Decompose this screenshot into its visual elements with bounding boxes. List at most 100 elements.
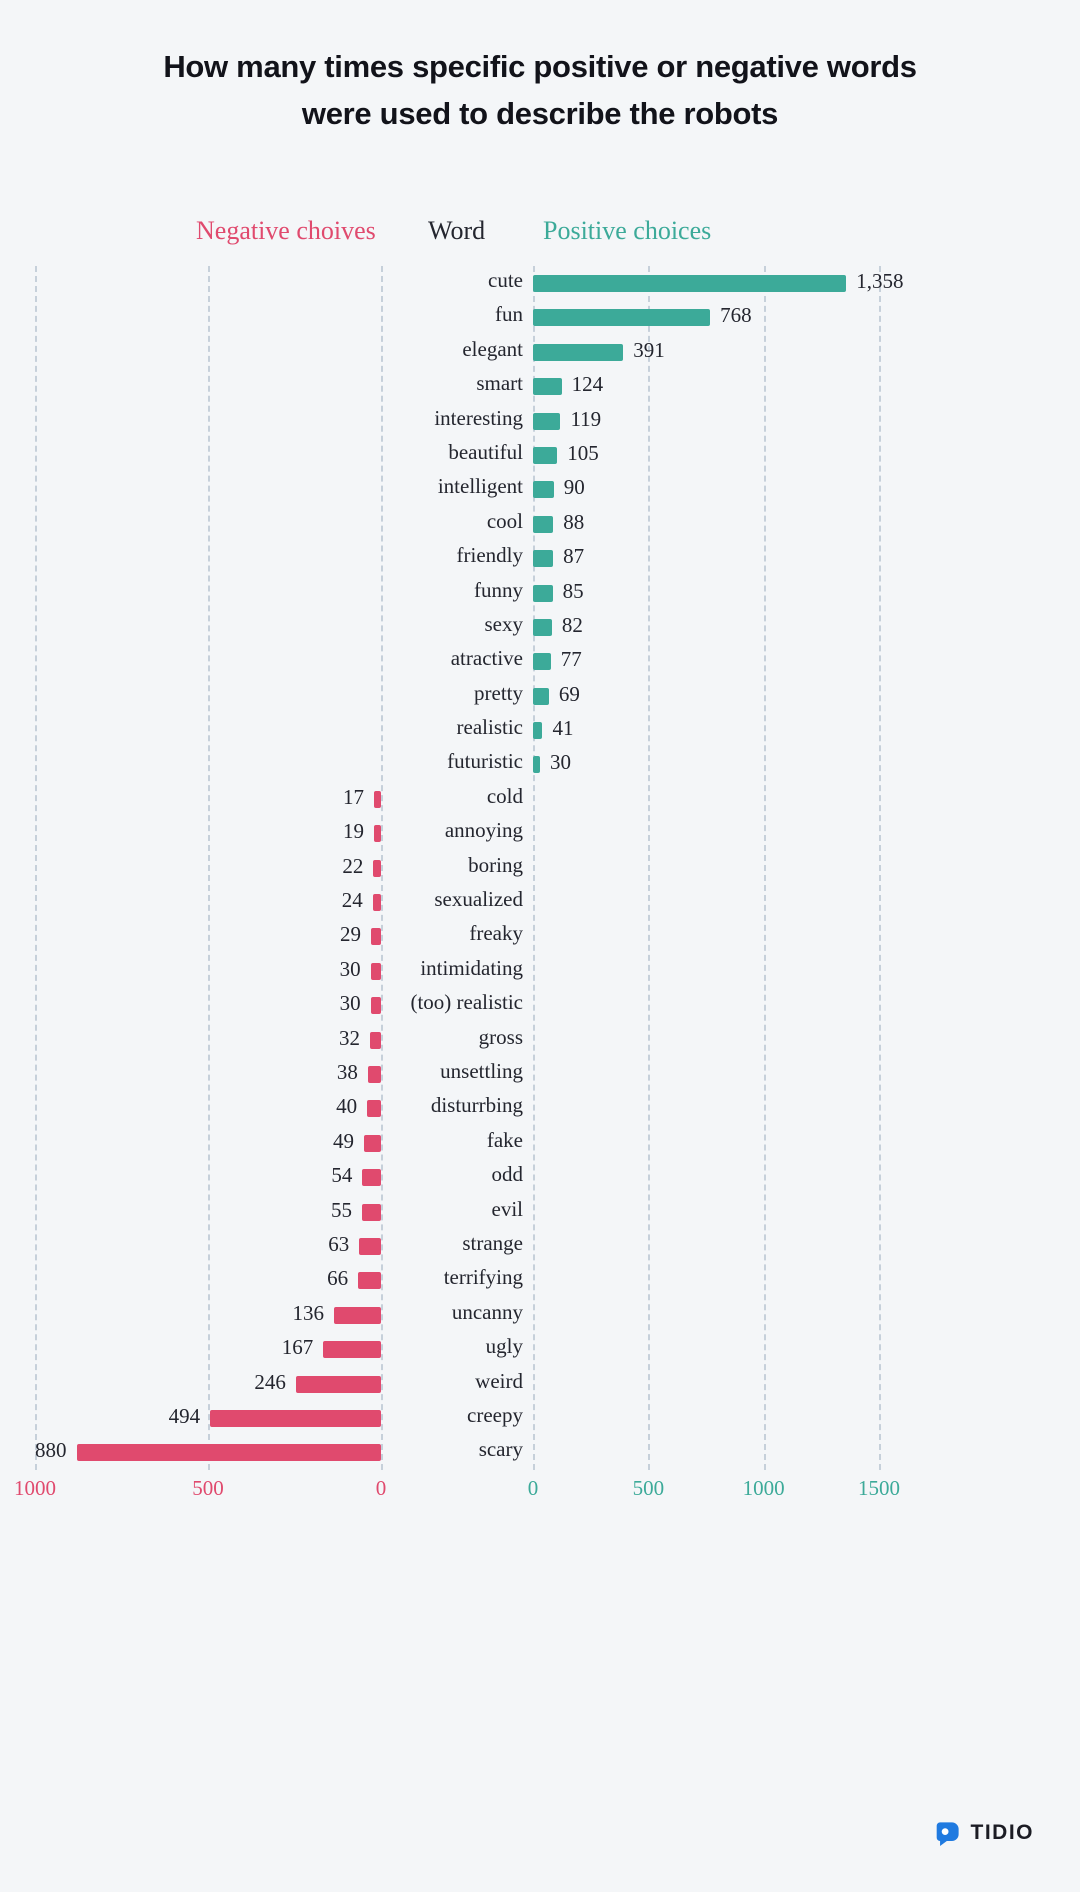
positive-value-label: 391 bbox=[633, 337, 665, 362]
axis-tick-negative: 500 bbox=[192, 1476, 224, 1500]
positive-bar-zone: 41 bbox=[533, 713, 1080, 747]
negative-bar[interactable] bbox=[362, 1169, 381, 1187]
word-label: intimidating bbox=[420, 955, 523, 980]
negative-value-label: 40 bbox=[336, 1094, 358, 1119]
chart-row: 30 intimidating bbox=[0, 954, 1080, 988]
word-label: beautiful bbox=[448, 439, 523, 464]
negative-bar-zone bbox=[0, 610, 381, 644]
positive-bar-zone bbox=[533, 1332, 1080, 1366]
chart-row: atractive 77 bbox=[0, 644, 1080, 678]
positive-bar[interactable] bbox=[533, 584, 553, 602]
positive-bar-zone bbox=[533, 1126, 1080, 1160]
column-headers: Negative choives Word Positive choices bbox=[0, 216, 1080, 250]
positive-value-label: 124 bbox=[571, 372, 604, 397]
positive-bar-zone bbox=[533, 1367, 1080, 1401]
positive-bar[interactable] bbox=[533, 412, 561, 430]
positive-bar[interactable] bbox=[533, 756, 540, 774]
chart-row: 66 terrifying bbox=[0, 1263, 1080, 1297]
negative-bar[interactable] bbox=[295, 1375, 381, 1393]
negative-bar[interactable] bbox=[76, 1444, 381, 1462]
negative-bar[interactable] bbox=[364, 1134, 381, 1152]
negative-bar[interactable] bbox=[372, 894, 381, 912]
chart-row: 246 weird bbox=[0, 1367, 1080, 1401]
negative-value-label: 30 bbox=[339, 991, 361, 1016]
negative-bar[interactable] bbox=[333, 1306, 381, 1324]
word-label: smart bbox=[476, 371, 523, 396]
positive-value-label: 90 bbox=[563, 475, 585, 500]
chart-row: 19 annoying bbox=[0, 816, 1080, 850]
positive-bar[interactable] bbox=[533, 550, 554, 568]
negative-bar-zone: 494 bbox=[0, 1401, 381, 1435]
negative-value-label: 167 bbox=[281, 1335, 314, 1360]
negative-bar-zone bbox=[0, 576, 381, 610]
chart-row: realistic 41 bbox=[0, 713, 1080, 747]
negative-bar[interactable] bbox=[367, 1065, 381, 1083]
negative-bar[interactable] bbox=[370, 928, 381, 946]
positive-bar[interactable] bbox=[533, 446, 558, 464]
tidio-chat-bubble-icon bbox=[935, 1819, 962, 1846]
word-label: friendly bbox=[456, 543, 523, 568]
word-label: ugly bbox=[485, 1334, 523, 1359]
positive-bar[interactable] bbox=[533, 515, 554, 533]
negative-value-label: 38 bbox=[336, 1059, 358, 1084]
word-label: elegant bbox=[462, 336, 523, 361]
word-label: (too) realistic bbox=[410, 990, 523, 1015]
positive-bar[interactable] bbox=[533, 343, 624, 361]
word-label: scary bbox=[478, 1437, 523, 1462]
positive-bar[interactable] bbox=[533, 618, 552, 636]
negative-bar[interactable] bbox=[374, 825, 381, 843]
negative-value-label: 136 bbox=[292, 1300, 324, 1325]
negative-bar[interactable] bbox=[370, 962, 381, 980]
positive-bar[interactable] bbox=[533, 481, 554, 499]
negative-bar-zone: 22 bbox=[0, 851, 381, 885]
positive-bar-zone bbox=[533, 1229, 1080, 1263]
negative-bar[interactable] bbox=[374, 790, 381, 808]
chart-row: 30 (too) realistic bbox=[0, 988, 1080, 1022]
chart-row: interesting 119 bbox=[0, 404, 1080, 438]
positive-value-label: 41 bbox=[552, 716, 574, 741]
negative-value-label: 19 bbox=[343, 819, 364, 844]
negative-bar[interactable] bbox=[369, 1031, 381, 1049]
positive-bar[interactable] bbox=[533, 722, 543, 740]
chart-row: 24 sexualized bbox=[0, 885, 1080, 919]
positive-bar[interactable] bbox=[533, 309, 711, 327]
word-label: atractive bbox=[450, 646, 523, 671]
positive-bar[interactable] bbox=[533, 653, 551, 671]
positive-bar-zone: 1,358 bbox=[533, 266, 1080, 300]
negative-value-label: 24 bbox=[341, 888, 363, 913]
negative-bar-zone: 19 bbox=[0, 816, 381, 850]
word-label: futuristic bbox=[447, 749, 523, 774]
word-label: freaky bbox=[469, 921, 523, 946]
axis-tick-positive: 500 bbox=[632, 1476, 665, 1500]
negative-bar-zone: 63 bbox=[0, 1229, 381, 1263]
positive-bar-zone: 768 bbox=[533, 300, 1080, 334]
word-label: disturrbing bbox=[430, 1093, 523, 1118]
positive-value-label: 768 bbox=[720, 303, 752, 328]
negative-bar[interactable] bbox=[358, 1272, 381, 1290]
negative-bar[interactable] bbox=[370, 997, 381, 1015]
negative-value-label: 22 bbox=[342, 853, 364, 878]
chart-row: 54 odd bbox=[0, 1160, 1080, 1194]
negative-bar[interactable] bbox=[323, 1341, 381, 1359]
negative-bar[interactable] bbox=[361, 1203, 381, 1221]
word-label: gross bbox=[478, 1024, 523, 1049]
negative-bar[interactable] bbox=[210, 1409, 381, 1427]
positive-bar-zone: 77 bbox=[533, 644, 1080, 678]
chart-rows: cute 1,358 fun 768 elegant 391 smart 124 interes… bbox=[0, 266, 1080, 1470]
word-label: annoying bbox=[444, 818, 523, 843]
word-label: realistic bbox=[456, 715, 523, 740]
positive-bar[interactable] bbox=[533, 378, 562, 396]
chart-row: 22 boring bbox=[0, 851, 1080, 885]
negative-bar[interactable] bbox=[373, 859, 381, 877]
positive-bar[interactable] bbox=[533, 275, 847, 292]
word-label: terrifying bbox=[443, 1265, 523, 1290]
negative-bar[interactable] bbox=[367, 1100, 381, 1118]
chart-row: 880 scary bbox=[0, 1435, 1080, 1469]
chart-row: cute 1,358 bbox=[0, 266, 1080, 300]
negative-bar[interactable] bbox=[359, 1237, 381, 1255]
positive-bar-zone bbox=[533, 1263, 1080, 1297]
positive-bar-zone bbox=[533, 1091, 1080, 1125]
positive-bar[interactable] bbox=[533, 687, 549, 705]
positive-bar-zone bbox=[533, 816, 1080, 850]
axis-tick-positive: 1000 bbox=[742, 1476, 785, 1500]
